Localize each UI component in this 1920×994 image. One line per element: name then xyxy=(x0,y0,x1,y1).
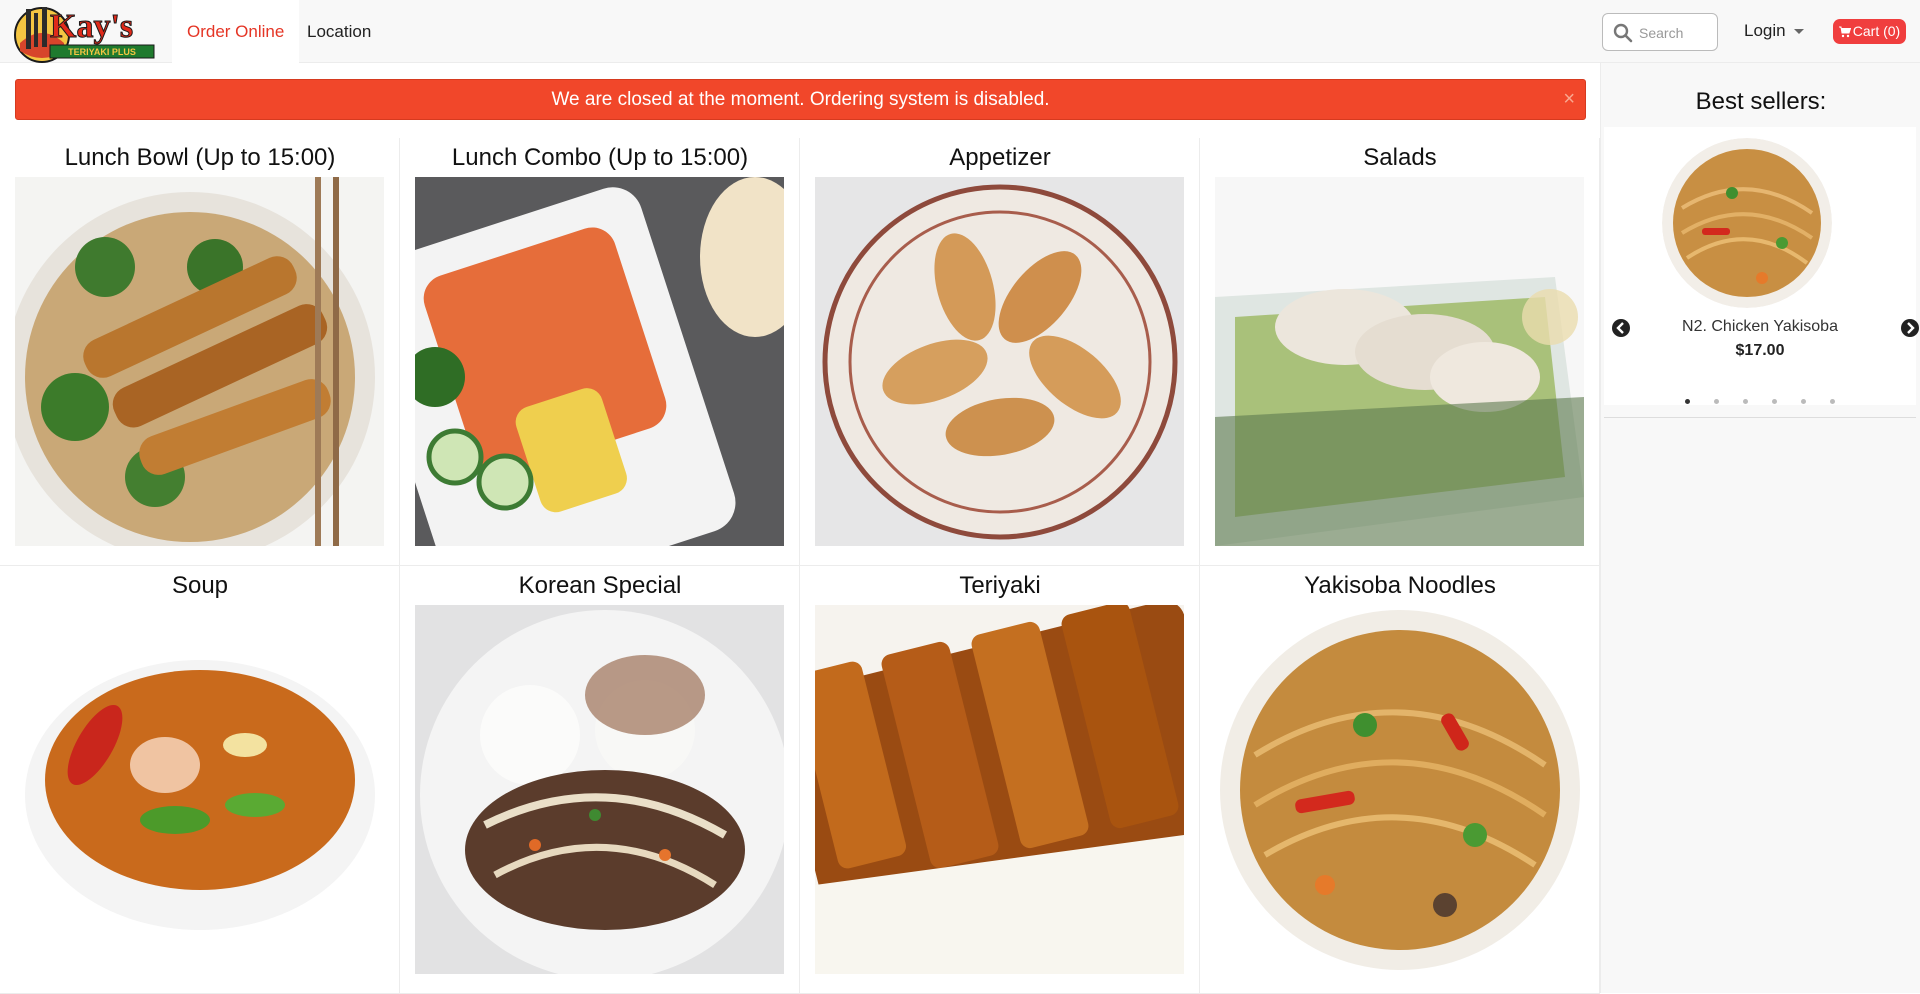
category-image-soup xyxy=(15,605,384,974)
close-icon[interactable]: × xyxy=(1563,80,1575,118)
category-image-lunch-combo xyxy=(415,177,784,546)
category-image-teriyaki xyxy=(815,605,1184,974)
category-title: Salads xyxy=(1363,144,1437,171)
carousel-dot-5[interactable] xyxy=(1801,399,1806,404)
carousel-dot-6[interactable] xyxy=(1830,399,1835,404)
caret-down-icon xyxy=(1793,29,1804,35)
search-icon xyxy=(1613,23,1633,43)
product-name[interactable]: N2. Chicken Yakisoba xyxy=(1604,318,1916,336)
cart-icon xyxy=(1838,26,1851,38)
search-box[interactable] xyxy=(1602,13,1718,51)
nav-location[interactable]: Location xyxy=(292,0,386,63)
category-title: Appetizer xyxy=(949,144,1051,171)
category-card-yakisoba-noodles[interactable]: Yakisoba Noodles xyxy=(1200,566,1600,994)
category-title: Soup xyxy=(171,572,229,599)
carousel-indicators xyxy=(1604,391,1916,409)
category-image-appetizer xyxy=(815,177,1184,546)
category-card-teriyaki[interactable]: Teriyaki xyxy=(800,566,1200,994)
category-title: Teriyaki xyxy=(959,572,1041,599)
brand-name: Kay's xyxy=(50,8,133,45)
category-title: Yakisoba Noodles xyxy=(1304,572,1496,599)
sidebar-title: Best sellers: xyxy=(1695,88,1827,115)
category-card-soup[interactable]: Soup xyxy=(0,566,400,994)
category-card-korean-special[interactable]: Korean Special xyxy=(400,566,800,994)
category-title: Lunch Bowl (Up to 15:00) xyxy=(64,144,336,171)
closed-alert: We are closed at the moment. Ordering sy… xyxy=(15,79,1586,120)
carousel-dot-4[interactable] xyxy=(1772,399,1777,404)
carousel-dot-3[interactable] xyxy=(1743,399,1748,404)
cart-label: Cart (0) xyxy=(1852,23,1901,39)
category-image-korean-special xyxy=(415,605,784,974)
alert-message: We are closed at the moment. Ordering sy… xyxy=(551,89,1050,110)
navbar: Kay's TERIYAKI PLUS Order Online Locatio… xyxy=(0,0,1920,63)
product-image[interactable] xyxy=(1662,138,1832,308)
brand-logo[interactable]: Kay's TERIYAKI PLUS xyxy=(12,3,158,63)
nav-order-online[interactable]: Order Online xyxy=(172,0,300,63)
cart-button[interactable]: Cart (0) xyxy=(1833,19,1906,44)
category-image-lunch-bowl xyxy=(15,177,384,546)
category-card-salads[interactable]: Salads xyxy=(1200,138,1600,566)
category-title: Lunch Combo (Up to 15:00) xyxy=(451,144,749,171)
category-image-salads xyxy=(1215,177,1584,546)
sidebar-divider xyxy=(1604,417,1916,418)
product-price: $17.00 xyxy=(1735,342,1785,359)
login-dropdown[interactable]: Login xyxy=(1744,21,1804,41)
best-sellers-carousel: N2. Chicken Yakisoba $17.00 xyxy=(1604,127,1919,405)
category-card-lunch-combo[interactable]: Lunch Combo (Up to 15:00) xyxy=(400,138,800,566)
category-grid: Lunch Bowl (Up to 15:00) Lunch Combo (Up… xyxy=(0,138,1600,994)
search-input[interactable] xyxy=(1639,22,1711,44)
category-title: Korean Special xyxy=(518,572,682,599)
category-image-yakisoba-noodles xyxy=(1215,605,1584,974)
category-card-lunch-bowl[interactable]: Lunch Bowl (Up to 15:00) xyxy=(0,138,400,566)
login-label: Login xyxy=(1744,21,1786,40)
carousel-dot-1[interactable] xyxy=(1685,399,1690,404)
carousel-dot-2[interactable] xyxy=(1714,399,1719,404)
best-sellers-sidebar: Best sellers: N2. Chicken Yakisoba $17.0… xyxy=(1600,63,1920,993)
brand-tagline: TERIYAKI PLUS xyxy=(68,47,136,57)
category-card-appetizer[interactable]: Appetizer xyxy=(800,138,1200,566)
